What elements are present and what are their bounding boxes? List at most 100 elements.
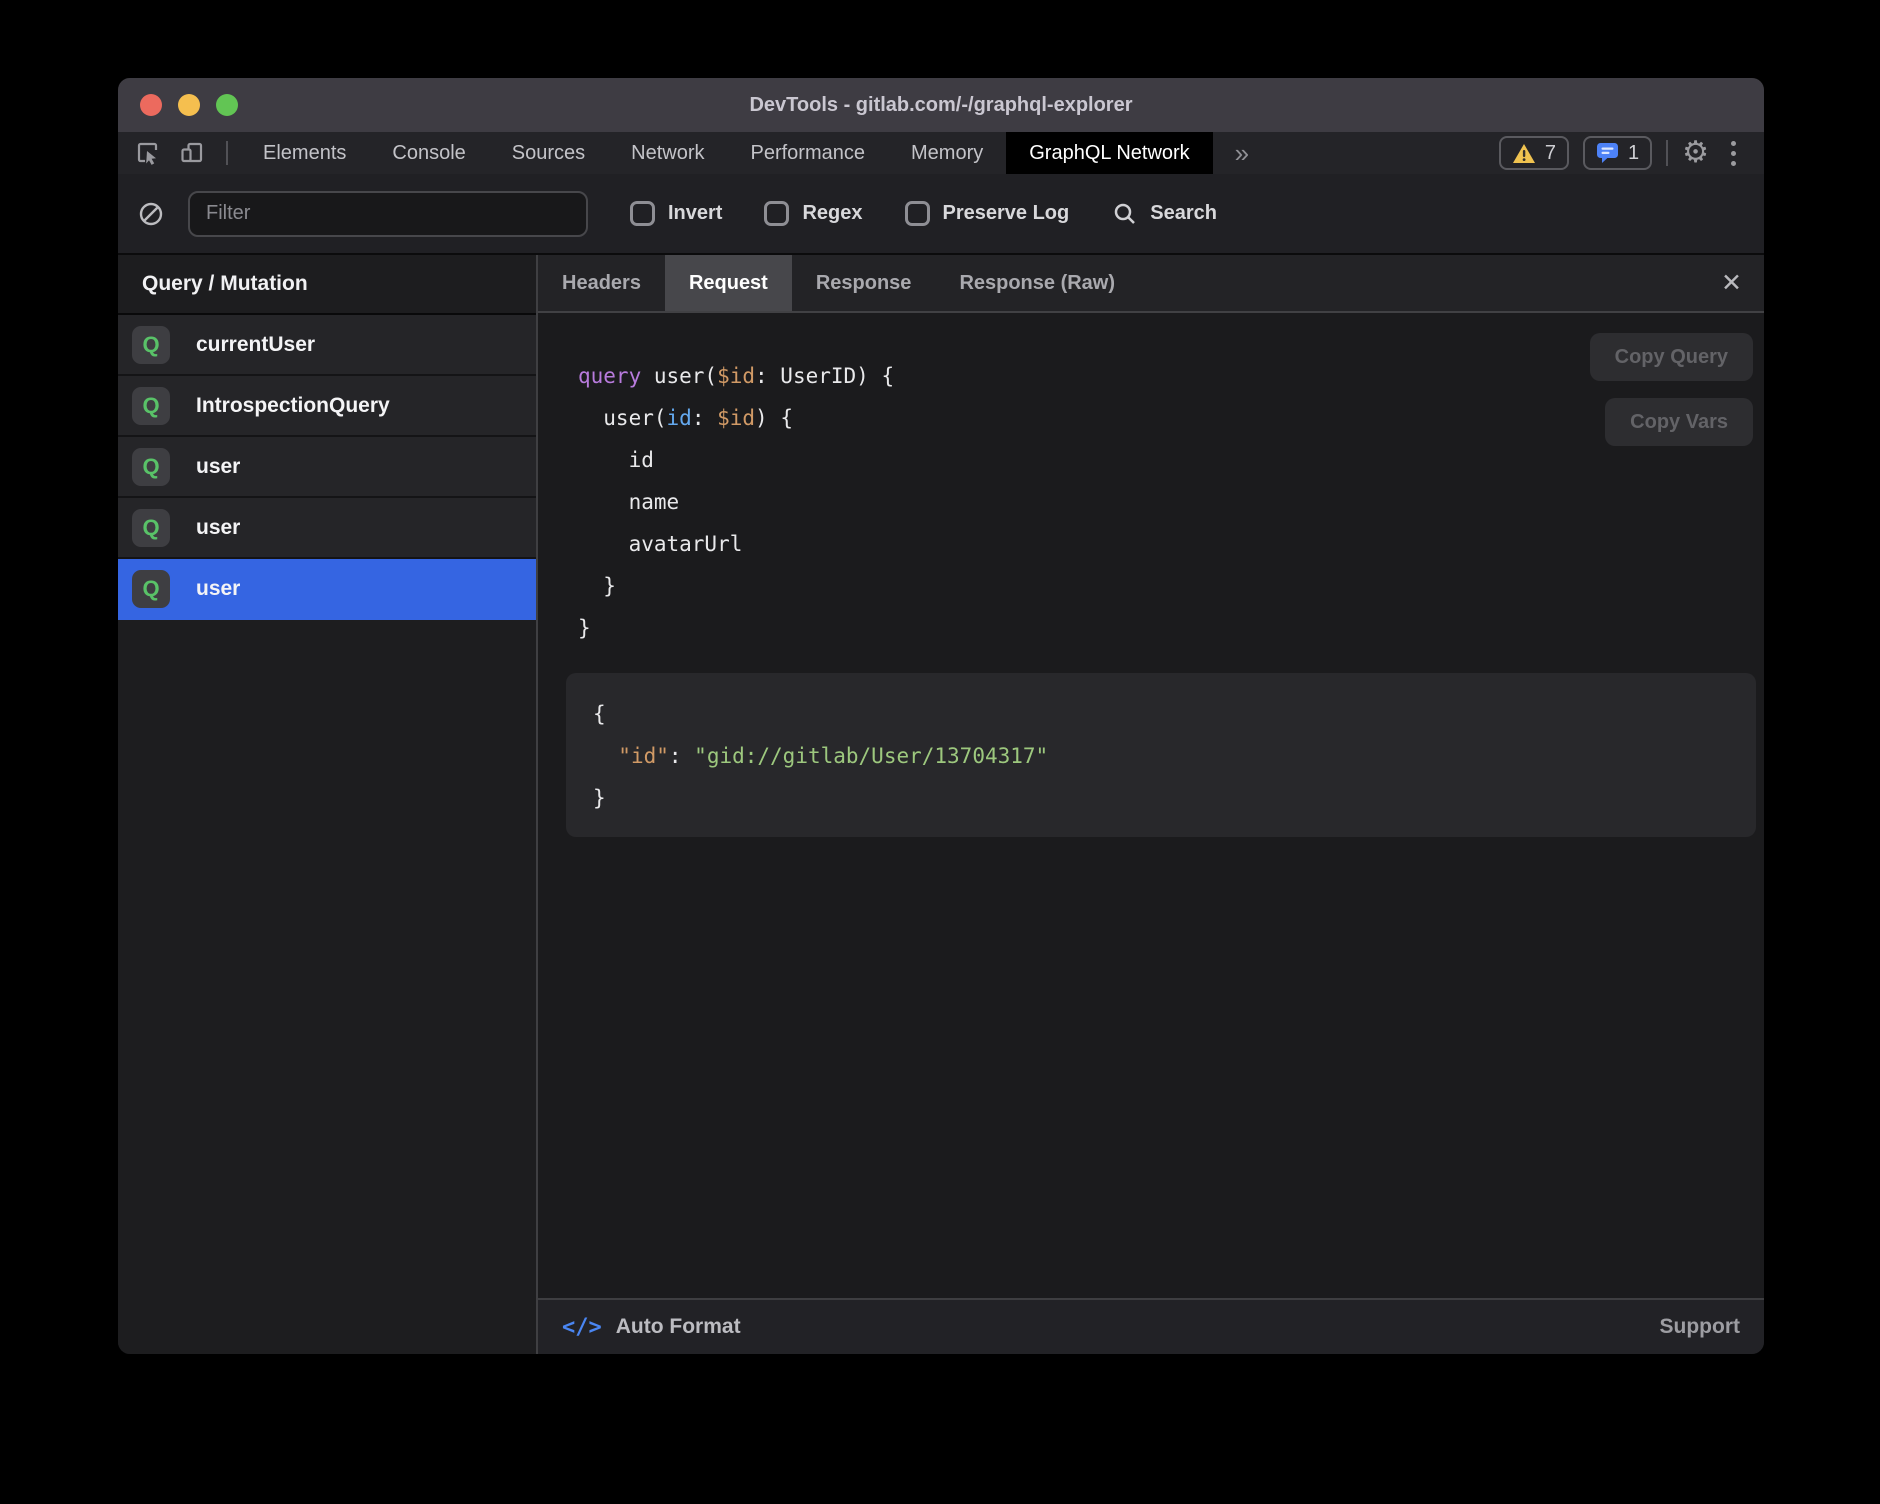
query-list-item-user-1[interactable]: Q user [118, 437, 536, 498]
graphql-query-code: query user($id: UserID) { user(id: $id) … [538, 313, 1764, 649]
code-line: } [593, 777, 1756, 819]
regex-checkbox-group: Regex [764, 201, 862, 226]
title-bar: DevTools - gitlab.com/-/graphql-explorer [118, 78, 1764, 132]
filter-toolbar: Invert Regex Preserve Log Search [118, 174, 1764, 255]
issues-count: 1 [1628, 142, 1639, 165]
query-list-item-user-3-selected[interactable]: Q user [118, 559, 536, 620]
more-tabs-chevron-icon[interactable]: » [1213, 132, 1271, 174]
query-type-badge: Q [132, 570, 170, 608]
tab-network[interactable]: Network [608, 132, 727, 174]
tab-memory[interactable]: Memory [888, 132, 1006, 174]
token-plain: user( [641, 364, 717, 388]
query-type-badge: Q [132, 509, 170, 547]
query-list-item-user-2[interactable]: Q user [118, 498, 536, 559]
minimize-window-button[interactable] [178, 94, 200, 116]
auto-format-button[interactable]: </> Auto Format [562, 1315, 741, 1340]
query-item-label: currentUser [196, 333, 315, 357]
settings-gear-icon[interactable]: ⚙ [1682, 138, 1709, 168]
tab-response-raw[interactable]: Response (Raw) [935, 255, 1139, 311]
variables-code: { "id": "gid://gitlab/User/13704317"} [566, 673, 1756, 819]
tab-graphql-network[interactable]: GraphQL Network [1006, 132, 1212, 174]
inspect-element-icon[interactable] [134, 139, 162, 167]
tabbar-right-controls: 7 1 ⚙ [1499, 132, 1764, 174]
code-line: } [578, 565, 1764, 607]
code-line: query user($id: UserID) { [578, 355, 1764, 397]
tab-request[interactable]: Request [665, 255, 792, 311]
code-line: name [578, 481, 1764, 523]
tab-sources[interactable]: Sources [489, 132, 608, 174]
query-type-badge: Q [132, 387, 170, 425]
copy-query-button[interactable]: Copy Query [1590, 333, 1753, 381]
devtools-window: DevTools - gitlab.com/-/graphql-explorer… [118, 78, 1764, 1354]
search-label: Search [1150, 202, 1217, 225]
status-bar: </> Auto Format Support [538, 1298, 1764, 1354]
query-list-panel: Query / Mutation Q currentUser Q Introsp… [118, 255, 536, 1354]
copy-vars-button[interactable]: Copy Vars [1605, 398, 1753, 446]
window-title: DevTools - gitlab.com/-/graphql-explorer [749, 94, 1132, 117]
invert-label: Invert [668, 202, 722, 225]
preserve-log-label: Preserve Log [943, 202, 1070, 225]
query-list-header: Query / Mutation [118, 255, 536, 315]
token-keyword: query [578, 364, 641, 388]
devtools-tab-bar: Elements Console Sources Network Perform… [118, 132, 1764, 174]
warnings-badge[interactable]: 7 [1499, 136, 1569, 170]
query-variables-box: { "id": "gid://gitlab/User/13704317"} [566, 673, 1756, 837]
query-item-label: user [196, 516, 240, 540]
query-item-label: user [196, 577, 240, 601]
token-json-key: "id" [618, 744, 669, 768]
detail-tab-strip: Headers Request Response Response (Raw) … [538, 255, 1764, 313]
tab-response[interactable]: Response [792, 255, 936, 311]
regex-checkbox[interactable] [764, 201, 789, 226]
token-plain: : [669, 744, 694, 768]
token-variable: $id [717, 364, 755, 388]
token-plain: ) { [755, 406, 793, 430]
support-link[interactable]: Support [1660, 1315, 1740, 1339]
token-plain: user( [578, 406, 667, 430]
close-window-button[interactable] [140, 94, 162, 116]
query-item-label: IntrospectionQuery [196, 394, 390, 418]
code-line: avatarUrl [578, 523, 1764, 565]
warning-icon [1512, 143, 1536, 164]
preserve-log-checkbox-group: Preserve Log [905, 201, 1070, 226]
invert-checkbox[interactable] [630, 201, 655, 226]
query-type-badge: Q [132, 448, 170, 486]
main-content: Query / Mutation Q currentUser Q Introsp… [118, 255, 1764, 1354]
auto-format-label: Auto Format [616, 1315, 741, 1339]
preserve-log-checkbox[interactable] [905, 201, 930, 226]
tabbar-icons [118, 132, 240, 174]
tab-performance[interactable]: Performance [728, 132, 889, 174]
tab-headers[interactable]: Headers [538, 255, 665, 311]
zoom-window-button[interactable] [216, 94, 238, 116]
query-type-badge: Q [132, 326, 170, 364]
query-list-item-introspectionquery[interactable]: Q IntrospectionQuery [118, 376, 536, 437]
traffic-lights [140, 94, 238, 116]
code-line: id [578, 439, 1764, 481]
code-line: "id": "gid://gitlab/User/13704317" [593, 735, 1756, 777]
request-detail-panel: Headers Request Response Response (Raw) … [538, 255, 1764, 1354]
request-body: query user($id: UserID) { user(id: $id) … [538, 313, 1764, 1298]
query-list-item-currentuser[interactable]: Q currentUser [118, 315, 536, 376]
search-button[interactable]: Search [1111, 200, 1217, 228]
warnings-count: 7 [1545, 142, 1556, 165]
code-line: { [593, 693, 1756, 735]
issues-badge[interactable]: 1 [1583, 136, 1652, 170]
device-toolbar-icon[interactable] [178, 139, 206, 167]
close-detail-icon[interactable]: ✕ [1721, 268, 1742, 298]
filter-input[interactable] [188, 191, 588, 237]
token-json-string: "gid://gitlab/User/13704317" [694, 744, 1048, 768]
clear-block-icon[interactable] [136, 199, 166, 229]
copy-buttons: Copy Query Copy Vars [1590, 333, 1753, 446]
regex-label: Regex [802, 202, 862, 225]
tab-console[interactable]: Console [369, 132, 488, 174]
tab-elements[interactable]: Elements [240, 132, 369, 174]
code-brackets-icon: </> [562, 1315, 602, 1340]
more-options-kebab-icon[interactable] [1723, 141, 1744, 166]
token-argument: id [667, 406, 692, 430]
query-item-label: user [196, 455, 240, 479]
message-icon [1596, 142, 1619, 164]
token-plain [593, 744, 618, 768]
controls-separator [1666, 140, 1668, 166]
search-icon [1111, 200, 1139, 228]
token-variable: $id [717, 406, 755, 430]
token-plain: : UserID) { [755, 364, 894, 388]
